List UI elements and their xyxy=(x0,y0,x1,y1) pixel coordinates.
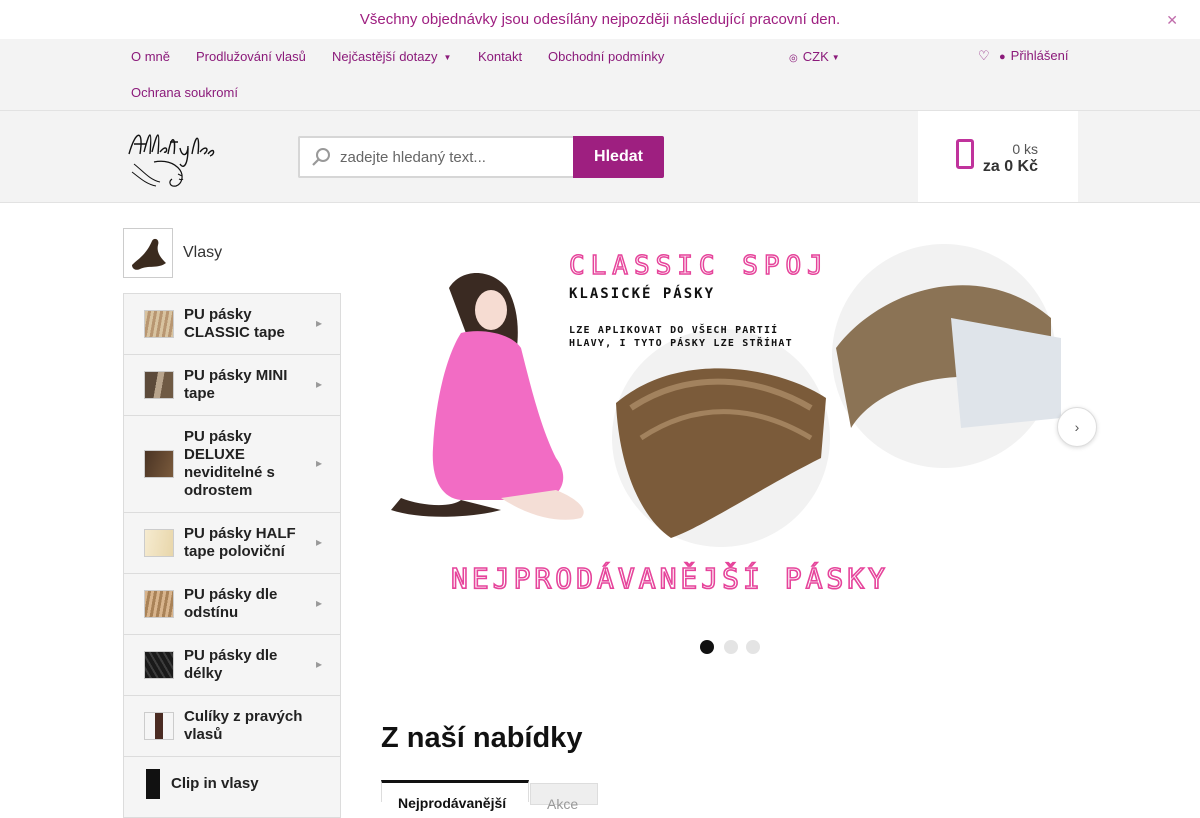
cart-count: 0 ks xyxy=(1012,141,1038,157)
announcement-text: Všechny objednávky jsou odesílány nejpoz… xyxy=(359,11,841,28)
category-item[interactable]: PU pásky dle délky ▸ xyxy=(124,635,340,696)
expand-icon[interactable]: ▸ xyxy=(316,535,322,549)
search-icon xyxy=(312,148,330,166)
currency-label: CZK xyxy=(802,49,829,64)
category-item-label: PU pásky DELUXE neviditelné s odrostem xyxy=(184,428,275,499)
category-sidebar: Vlasy PU pásky CLASSIC tape ▸ PU pásky M… xyxy=(123,228,341,818)
category-item-thumbnail xyxy=(144,712,174,740)
chevron-down-icon: ▼ xyxy=(443,53,452,62)
tab-sale[interactable]: Akce xyxy=(530,783,598,812)
category-item[interactable]: PU pásky DELUXE neviditelné s odrostem ▸ xyxy=(124,416,340,513)
banner-slider[interactable]: CLASSIC SPOJ KLASICKÉ PÁSKY LZE APLIKOVA… xyxy=(381,228,1097,628)
site-header: Hledat 0 ks za 0 Kč xyxy=(0,111,1200,203)
category-item-label: PU pásky MINI tape xyxy=(184,367,288,402)
nav-item-terms[interactable]: Obchodní podmínky xyxy=(548,49,664,64)
top-navigation: O mně Prodlužování vlasů Nejčastější dot… xyxy=(0,39,1200,111)
category-item-thumbnail xyxy=(144,310,174,338)
nav-item-hair-extensions[interactable]: Prodlužování vlasů xyxy=(196,49,306,64)
category-header[interactable]: Vlasy xyxy=(123,228,341,278)
search-box xyxy=(298,136,574,178)
category-item-label: Culíky z pravých vlasů xyxy=(184,708,303,743)
site-logo[interactable] xyxy=(124,124,220,190)
expand-icon[interactable]: ▸ xyxy=(316,456,322,470)
category-item-thumbnail xyxy=(144,651,174,679)
nav-item-about[interactable]: O mně xyxy=(131,49,170,64)
slider-dot[interactable] xyxy=(700,640,714,654)
category-item-label: PU pásky dle délky xyxy=(184,647,278,682)
logo-icon xyxy=(128,134,215,187)
category-item-thumbnail xyxy=(144,590,174,618)
expand-icon[interactable]: ▸ xyxy=(316,596,322,610)
slider-dot[interactable] xyxy=(724,640,738,654)
currency-selector[interactable]: ◎ CZK ▼ xyxy=(789,49,840,64)
nav-item-faq[interactable]: Nejčastější dotazy ▼ xyxy=(332,49,451,64)
user-icon: ● xyxy=(999,51,1006,63)
nav-item-contact[interactable]: Kontakt xyxy=(478,49,522,64)
category-list: PU pásky CLASSIC tape ▸ PU pásky MINI ta… xyxy=(123,293,341,818)
heart-icon[interactable]: ♡ xyxy=(978,48,990,64)
expand-icon[interactable]: ▸ xyxy=(316,377,322,391)
category-item[interactable]: Culíky z pravých vlasů xyxy=(124,696,340,757)
hair-image xyxy=(132,238,166,270)
category-item[interactable]: PU pásky MINI tape ▸ xyxy=(124,355,340,416)
category-item-label: PU pásky dle odstínu xyxy=(184,586,278,621)
cart-widget[interactable]: 0 ks za 0 Kč xyxy=(918,111,1078,202)
expand-icon[interactable]: ▸ xyxy=(316,657,322,671)
cart-total: za 0 Kč xyxy=(982,158,1038,175)
cart-icon xyxy=(956,139,974,169)
close-icon[interactable]: ✕ xyxy=(1166,12,1178,29)
category-item[interactable]: PU pásky HALF tape poloviční ▸ xyxy=(124,513,340,574)
chevron-right-icon: › xyxy=(1074,419,1080,435)
nav-item-faq-label: Nejčastější dotazy xyxy=(332,49,438,64)
tab-bestsellers[interactable]: Nejprodávanější xyxy=(381,780,529,811)
login-link[interactable]: ● Přihlášení xyxy=(999,48,1068,63)
category-title: Vlasy xyxy=(183,244,223,261)
category-item-label: PU pásky CLASSIC tape xyxy=(184,306,285,341)
category-thumbnail xyxy=(123,228,173,278)
section-title: Z naší nabídky xyxy=(381,722,583,754)
banner-subtitle: KLASICKÉ PÁSKY xyxy=(569,285,715,302)
search-input[interactable] xyxy=(340,145,565,169)
announcement-bar: Všechny objednávky jsou odesílány nejpoz… xyxy=(0,0,1200,39)
offer-tabs: Nejprodávanější Akce xyxy=(381,780,681,812)
category-item[interactable]: Clip in vlasy xyxy=(124,757,340,817)
category-item[interactable]: PU pásky dle odstínu ▸ xyxy=(124,574,340,635)
search-button[interactable]: Hledat xyxy=(573,136,664,178)
banner-title: CLASSIC SPOJ xyxy=(569,251,829,281)
banner-line-2: HLAVY, I TYTO PÁSKY LZE STŘÍHAT xyxy=(569,336,793,349)
nav-item-privacy[interactable]: Ochrana soukromí xyxy=(131,85,238,100)
category-item-thumbnail xyxy=(144,371,174,399)
category-item[interactable]: PU pásky CLASSIC tape ▸ xyxy=(124,294,340,355)
chevron-down-icon: ▼ xyxy=(831,53,840,62)
category-item-thumbnail xyxy=(144,450,174,478)
banner-image: CLASSIC SPOJ KLASICKÉ PÁSKY LZE APLIKOVA… xyxy=(391,241,1061,596)
category-item-thumbnail xyxy=(146,769,160,799)
category-item-label: PU pásky HALF tape poloviční xyxy=(184,525,296,560)
login-label: Přihlášení xyxy=(1010,48,1069,63)
banner-line-1: LZE APLIKOVAT DO VŠECH PARTIÍ xyxy=(569,323,778,336)
category-item-label: Clip in vlasy xyxy=(171,775,259,792)
slider-next-button[interactable]: › xyxy=(1057,407,1097,447)
globe-icon: ◎ xyxy=(789,53,798,64)
slider-dot[interactable] xyxy=(746,640,760,654)
expand-icon[interactable]: ▸ xyxy=(316,316,322,330)
banner-footer: NEJPRODÁVANĚJŠÍ PÁSKY xyxy=(451,561,889,595)
category-item-thumbnail xyxy=(144,529,174,557)
